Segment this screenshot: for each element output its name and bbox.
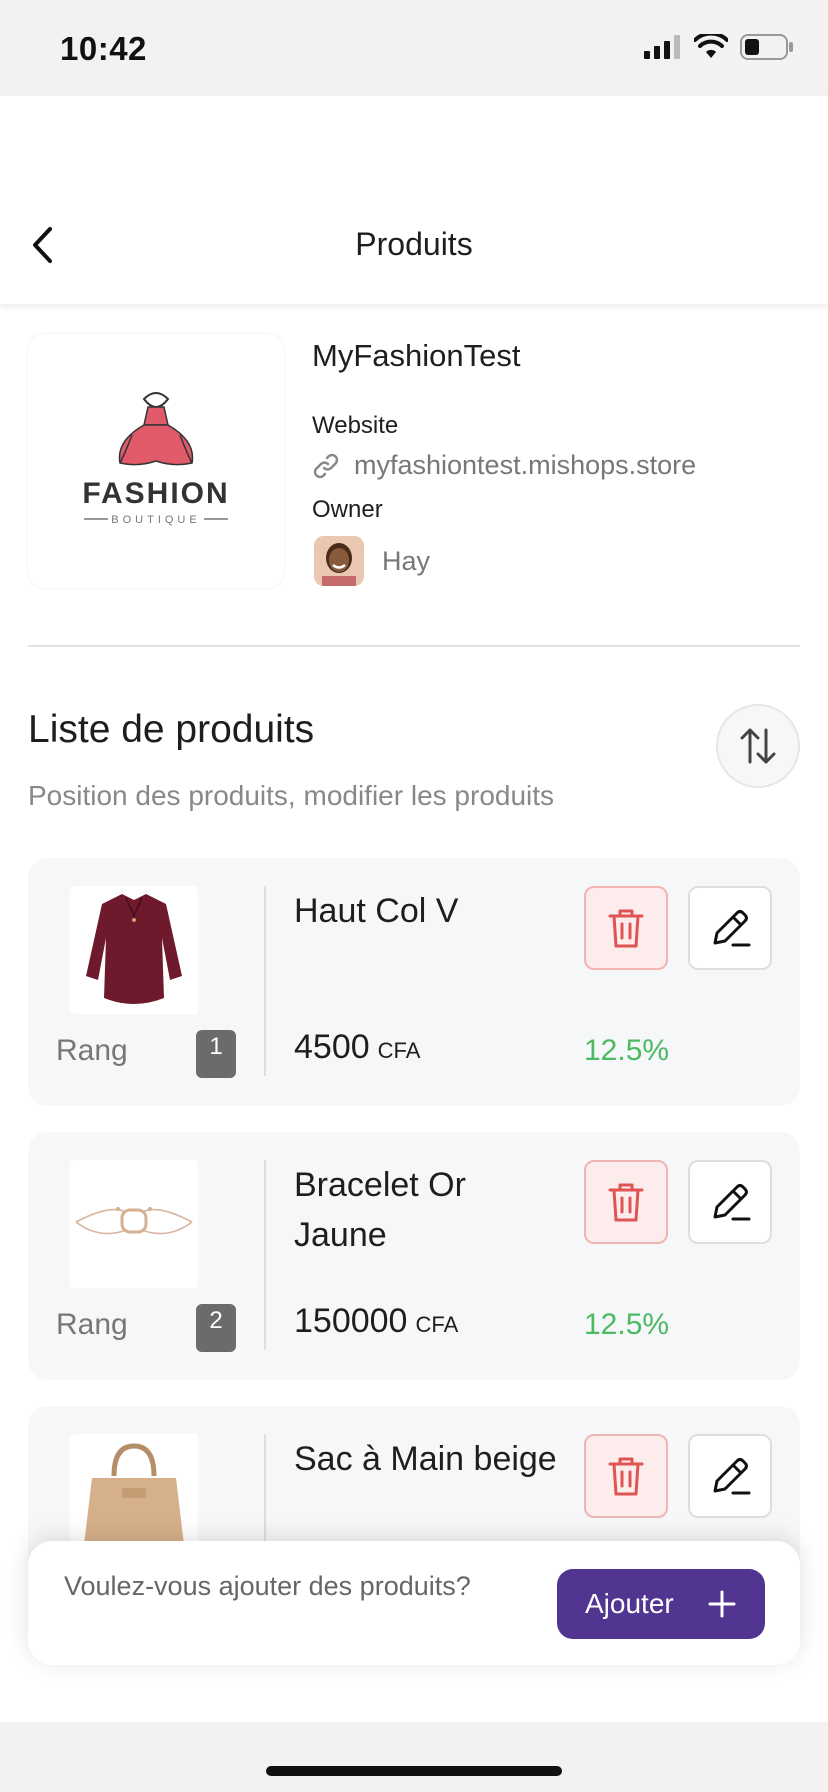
home-indicator[interactable] [266,1766,562,1776]
price-currency: CFA [377,1038,421,1063]
price-value: 150000 [294,1302,408,1340]
product-name: Haut Col V [294,892,459,930]
navbar: Produits [0,96,828,304]
edit-icon [713,910,751,947]
owner-label: Owner [312,496,383,523]
product-price: 150000 CFA [294,1302,458,1341]
avatar [314,536,364,586]
product-name: Bracelet Or Jaune [294,1166,466,1254]
divider [28,645,800,647]
wifi-icon [694,34,728,58]
product-image [70,1160,198,1288]
rank-label: Rang [56,1034,128,1067]
edit-button[interactable] [688,886,772,970]
status-icons [644,34,794,60]
add-button[interactable]: Ajouter [557,1569,765,1639]
edit-icon [713,1458,751,1495]
website-link[interactable]: myfashiontest.mishops.store [312,450,696,481]
rank-badge: 1 [196,1030,236,1078]
sort-icon [740,728,776,764]
signal-icon [644,35,680,59]
plus-icon [708,1590,736,1618]
product-image [70,886,198,1014]
battery-icon [740,34,793,60]
home-area [0,1722,828,1792]
rank-badge: 2 [196,1304,236,1352]
edit-button[interactable] [688,1434,772,1518]
product-list-title: Liste de produits [28,708,315,751]
product-list-subtitle: Position des produits, modifier les prod… [28,780,555,811]
page-title: Produits [355,226,473,262]
price-currency: CFA [415,1312,459,1337]
vertical-divider [264,1160,266,1350]
fashion-boutique-logo: FASHION BOUTIQUE [82,392,229,526]
product-card: Rang 1 Haut Col V 4500 CFA 12.5% [28,858,800,1106]
rank-label: Rang [56,1308,128,1341]
edit-button[interactable] [688,1160,772,1244]
price-value: 4500 [294,1028,370,1066]
website-url: myfashiontest.mishops.store [354,450,697,480]
add-button-label: Ajouter [585,1588,674,1619]
shop-name: MyFashionTest [312,338,521,373]
status-time: 10:42 [60,30,147,67]
trash-icon [608,909,644,948]
app-screen: Produits FASHION BOUTIQUE MyFashionTest … [0,96,828,1722]
status-bar: 10:42 [0,0,828,96]
trash-icon [608,1183,644,1222]
product-name: Sac à Main beige [294,1440,557,1478]
delete-button[interactable] [584,1160,668,1244]
logo-text: FASHION [82,477,229,510]
vertical-divider [264,886,266,1076]
delete-button[interactable] [584,1434,668,1518]
owner-name: Hay [382,545,431,576]
product-card: Rang 2 Bracelet Or Jaune 150000 CFA 12.5… [28,1132,800,1380]
link-icon [313,453,339,478]
product-percent: 12.5% [584,1308,670,1341]
product-percent: 12.5% [584,1034,670,1067]
delete-button[interactable] [584,886,668,970]
product-price: 4500 CFA [294,1028,420,1067]
trash-icon [608,1457,644,1496]
owner-row: Hay [314,536,430,586]
sort-button[interactable] [716,704,800,788]
add-products-panel: Voulez-vous ajouter des produits? Ajoute… [28,1541,800,1665]
edit-icon [713,1184,751,1221]
add-products-prompt: Voulez-vous ajouter des produits? [64,1571,471,1601]
shop-logo-card: FASHION BOUTIQUE [28,334,284,588]
logo-subtext: BOUTIQUE [111,514,200,526]
website-label: Website [312,412,399,439]
